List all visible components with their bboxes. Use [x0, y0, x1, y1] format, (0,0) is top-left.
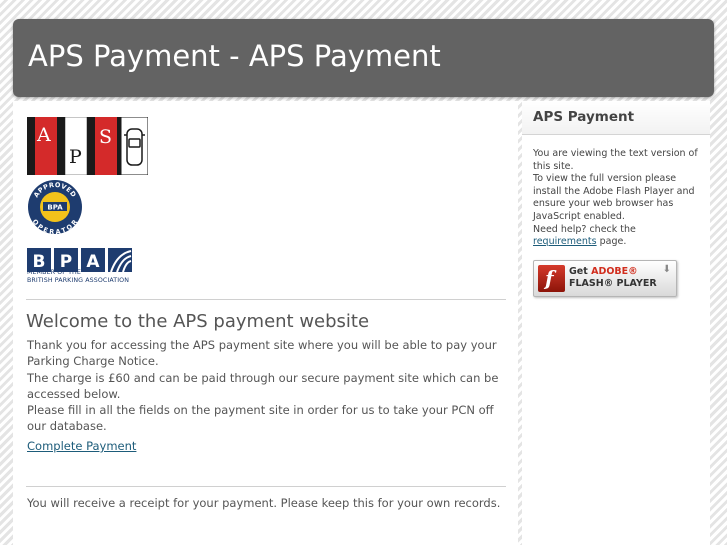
aps-letter-a: A — [36, 124, 51, 146]
page-title: APS Payment - APS Payment — [28, 39, 441, 73]
divider — [26, 299, 506, 300]
sidebar-text-line-1: You are viewing the text version of this… — [533, 148, 698, 172]
sidebar-text-line-2: To view the full version please install … — [533, 173, 695, 222]
sidebar: APS Payment You are viewing the text ver… — [522, 101, 710, 545]
bpa-caption-line1: MEMBER OF THE — [27, 269, 81, 276]
flash-player-label: FLASH® PLAYER — [569, 278, 657, 289]
bpa-caption-line2: BRITISH PARKING ASSOCIATION — [27, 277, 130, 284]
site-header: APS Payment - APS Payment — [13, 19, 714, 97]
aps-logo: A P S — [27, 117, 148, 175]
help-suffix: page. — [596, 236, 627, 248]
flash-get-label: Get — [569, 266, 592, 277]
intro-line-1: Thank you for accessing the APS payment … — [27, 338, 497, 369]
sidebar-text-line-3: Need help? check the requirements page. — [533, 224, 700, 249]
approved-center-text: BPA — [47, 204, 63, 212]
divider — [26, 486, 506, 487]
flash-adobe-label: ADOBE® — [591, 266, 638, 277]
complete-payment-link[interactable]: Complete Payment — [27, 439, 136, 453]
intro-line-3: Please fill in all the fields on the pay… — [27, 403, 494, 434]
intro-text: Thank you for accessing the APS payment … — [27, 337, 505, 435]
help-prefix: Need help? check the — [533, 223, 636, 235]
bpa-caption: MEMBER OF THE BRITISH PARKING ASSOCIATIO… — [27, 269, 129, 285]
main-content: A P S APPROVED OPERATOR BPA B P A MEMBER… — [13, 101, 518, 545]
flash-logo-icon: f — [538, 265, 565, 292]
download-arrow-icon: ⬇ — [662, 264, 671, 275]
sidebar-text: You are viewing the text version of this… — [522, 135, 710, 249]
intro-line-2: The charge is £60 and can be paid throug… — [27, 370, 499, 401]
aps-letter-s: S — [99, 126, 112, 148]
receipt-note: You will receive a receipt for your paym… — [27, 496, 501, 510]
welcome-heading: Welcome to the APS payment website — [26, 311, 370, 332]
sidebar-title: APS Payment — [522, 101, 710, 135]
flash-badge-text: Get ADOBE® FLASH® PLAYER — [569, 266, 657, 290]
get-flash-player-button[interactable]: f Get ADOBE® FLASH® PLAYER ⬇ — [533, 260, 677, 297]
aps-letter-p: P — [69, 146, 82, 168]
approved-operator-badge: APPROVED OPERATOR BPA — [28, 180, 82, 235]
requirements-link[interactable]: requirements — [533, 236, 597, 247]
